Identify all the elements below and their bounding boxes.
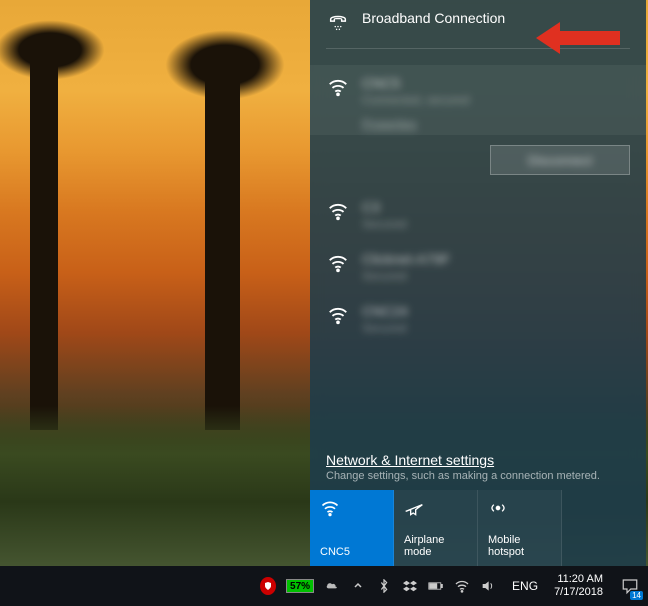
wifi-tile[interactable]: CNC5 — [310, 490, 394, 566]
onedrive-icon[interactable] — [324, 578, 340, 594]
connected-network-status: Connected, secured — [362, 93, 630, 107]
hotspot-tile[interactable]: Mobile hotspot — [478, 490, 562, 566]
dialup-icon — [326, 10, 350, 34]
disconnect-button[interactable]: Disconnect — [490, 145, 630, 175]
airplane-tile[interactable]: Airplane mode — [394, 490, 478, 566]
bluetooth-icon[interactable] — [376, 578, 392, 594]
action-center-icon[interactable]: 14 — [613, 566, 647, 606]
battery-indicator[interactable]: 57% — [286, 579, 314, 593]
network-status: Secured — [362, 217, 630, 231]
hotspot-icon — [488, 498, 551, 518]
taskbar: 57% ENG 11:20 AM 7/17/2018 14 — [0, 566, 648, 606]
wifi-tile-label: CNC5 — [320, 546, 383, 558]
properties-link[interactable]: Properties — [362, 117, 630, 131]
wifi-icon — [326, 199, 350, 223]
notification-badge: 14 — [630, 591, 643, 600]
hotspot-tile-label: Mobile hotspot — [488, 534, 551, 558]
battery-icon[interactable] — [428, 578, 444, 594]
wifi-icon — [326, 75, 350, 99]
system-tray: 57% — [252, 578, 504, 594]
network-item[interactable]: Clicknet-A79F Secured — [310, 241, 646, 293]
airplane-icon — [404, 498, 467, 518]
security-shield-icon[interactable] — [260, 578, 276, 594]
connected-network-name: CNC5 — [362, 75, 630, 91]
network-name: Clicknet-A79F — [362, 251, 630, 267]
volume-icon[interactable] — [480, 578, 496, 594]
network-settings-sub: Change settings, such as making a connec… — [310, 470, 646, 490]
connected-network-item[interactable]: CNC5 Connected, secured Properties — [310, 65, 646, 135]
dropbox-icon[interactable] — [402, 578, 418, 594]
network-item[interactable]: CNC24 Secured — [310, 293, 646, 345]
tray-chevron-icon[interactable] — [350, 578, 366, 594]
wifi-icon — [326, 303, 350, 327]
annotation-arrow — [536, 22, 620, 54]
network-name: C3 — [362, 199, 630, 215]
network-settings-link[interactable]: Network & Internet settings — [310, 448, 646, 470]
quick-tiles: CNC5 Airplane mode Mobile hotspot — [310, 490, 646, 566]
date: 7/17/2018 — [554, 586, 603, 599]
wifi-icon — [326, 251, 350, 275]
language-indicator[interactable]: ENG — [506, 579, 544, 593]
network-flyout: Broadband Connection CNC5 Connected, sec… — [310, 0, 646, 566]
network-status: Secured — [362, 269, 630, 283]
airplane-tile-label: Airplane mode — [404, 534, 467, 558]
time: 11:20 AM — [554, 573, 603, 586]
clock[interactable]: 11:20 AM 7/17/2018 — [546, 573, 611, 599]
network-item[interactable]: C3 Secured — [310, 189, 646, 241]
network-status: Secured — [362, 321, 630, 335]
network-name: CNC24 — [362, 303, 630, 319]
wifi-tray-icon[interactable] — [454, 578, 470, 594]
disconnect-row: Disconnect — [310, 135, 646, 189]
wifi-icon — [320, 498, 383, 518]
